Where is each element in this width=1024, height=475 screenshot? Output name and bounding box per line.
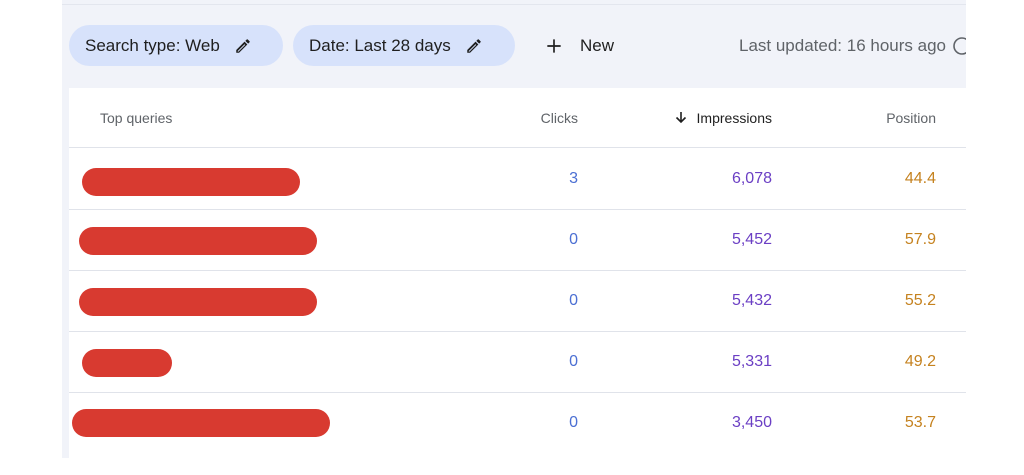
position-value: 49.2 bbox=[904, 353, 936, 370]
divider bbox=[62, 4, 966, 5]
table-row[interactable]: 0 5,452 57.9 bbox=[69, 210, 966, 271]
search-type-filter-chip[interactable]: Search type: Web bbox=[69, 25, 283, 66]
new-filter-button[interactable]: New bbox=[538, 25, 620, 66]
redacted-query bbox=[82, 168, 300, 196]
impressions-value: 5,331 bbox=[731, 353, 772, 370]
impressions-value: 5,452 bbox=[731, 231, 772, 248]
top-queries-table: Top queries Clicks Impressions Position … bbox=[69, 88, 966, 458]
position-value: 55.2 bbox=[904, 292, 936, 309]
clicks-value: 0 bbox=[569, 292, 578, 309]
search-type-filter-label: Search type: Web bbox=[85, 35, 220, 55]
clicks-value: 0 bbox=[569, 353, 578, 370]
column-header-impressions[interactable]: Impressions bbox=[673, 88, 772, 148]
column-header-position[interactable]: Position bbox=[886, 88, 936, 148]
date-filter-label: Date: Last 28 days bbox=[309, 35, 451, 55]
redacted-query bbox=[79, 288, 317, 316]
table-row[interactable]: 3 6,078 44.4 bbox=[69, 149, 966, 210]
redacted-query bbox=[79, 227, 317, 255]
clicks-value: 0 bbox=[569, 231, 578, 248]
impressions-value: 3,450 bbox=[731, 414, 772, 431]
table-row[interactable]: 0 3,450 53.7 bbox=[69, 393, 966, 454]
position-value: 57.9 bbox=[904, 231, 936, 248]
position-value: 53.7 bbox=[904, 414, 936, 431]
table-header: Top queries Clicks Impressions Position bbox=[69, 88, 966, 148]
new-filter-label: New bbox=[580, 35, 615, 55]
clicks-value: 0 bbox=[569, 414, 578, 431]
impressions-value: 6,078 bbox=[731, 170, 772, 187]
plus-icon bbox=[547, 38, 561, 53]
last-updated-status: Last updated: 16 hours ago bbox=[739, 25, 966, 66]
impressions-value: 5,432 bbox=[731, 292, 772, 309]
date-filter-chip[interactable]: Date: Last 28 days bbox=[293, 25, 515, 66]
column-header-top-queries[interactable]: Top queries bbox=[100, 88, 172, 148]
sort-descending-arrow-icon bbox=[675, 112, 686, 124]
redacted-query bbox=[72, 409, 330, 437]
column-header-clicks[interactable]: Clicks bbox=[541, 88, 578, 148]
last-updated-text: Last updated: 16 hours ago bbox=[739, 35, 946, 55]
filter-bar: Search type: Web Date: Last 28 days New … bbox=[62, 0, 966, 88]
redacted-query bbox=[82, 349, 172, 377]
table-row[interactable]: 0 5,331 49.2 bbox=[69, 332, 966, 393]
table-row[interactable]: 0 5,432 55.2 bbox=[69, 271, 966, 332]
pencil-icon[interactable] bbox=[234, 37, 252, 55]
performance-panel: Search type: Web Date: Last 28 days New … bbox=[62, 0, 966, 458]
column-header-impressions-label: Impressions bbox=[696, 110, 772, 126]
position-value: 44.4 bbox=[904, 170, 936, 187]
pencil-icon[interactable] bbox=[465, 37, 483, 55]
clicks-value: 3 bbox=[569, 170, 578, 187]
info-icon[interactable] bbox=[952, 36, 966, 56]
